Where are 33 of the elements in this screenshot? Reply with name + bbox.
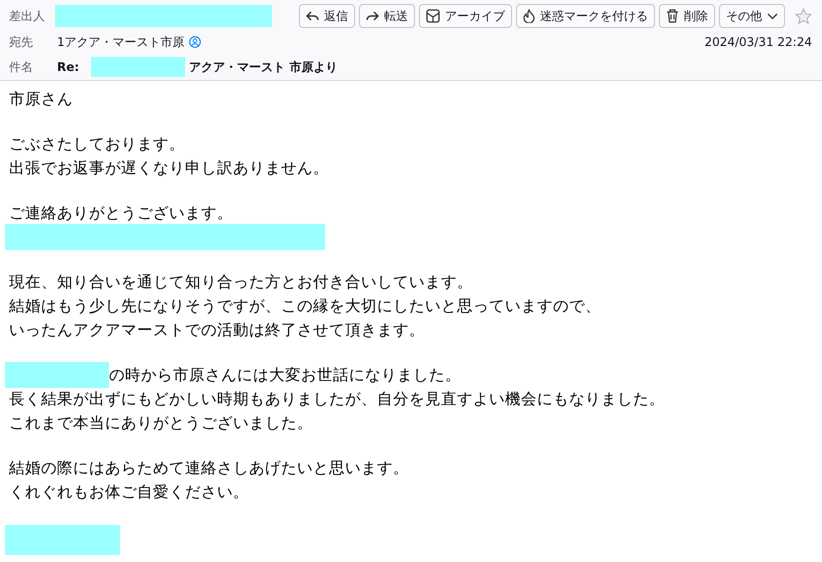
flame-icon [523,9,535,23]
star-icon[interactable] [795,8,812,24]
subject-label: 件名 [9,58,34,76]
contact-icon [188,36,201,48]
recipient-name[interactable]: 1アクア・マースト市原 [57,34,185,50]
from-label: 差出人 [9,8,46,24]
subject-text: アクア・マースト 市原より [189,58,338,76]
body-text: 出張でお返事が遅くなり申し訳ありません。 [9,158,329,178]
body-text: 現在、知り合いを通じて知り合った方とお付き合いしています。 [9,272,473,292]
reply-button[interactable]: 返信 [299,4,355,28]
subject-prefix: Re: [57,60,80,74]
archive-button[interactable]: アーカイブ [419,4,512,28]
body-text: ご連絡ありがとうございます。 [9,202,233,224]
body-text: 長く結果が出ずにもどかしい時期もありましたが、自分を見直すよい機会にもなりました。 [9,388,665,410]
to-label: 宛先 [9,34,34,50]
body-text: の時から市原さんには大変お世話になりました。 [109,364,461,386]
forward-button[interactable]: 転送 [359,4,415,28]
archive-box-icon [426,9,440,23]
body-text: くれぐれもお体ご自愛ください。 [9,482,249,502]
body-text: いったんアクアマーストでの活動は終了させて頂きます。 [9,320,425,340]
date-text: 2024/03/31 22:24 [704,35,812,49]
junk-button[interactable]: 迷惑マークを付ける [516,4,655,28]
trash-icon [666,9,679,23]
body-text: 結婚の際にはあらためて連絡さしあげたいと思います。 [9,458,409,478]
reply-icon [306,10,319,22]
body-text: ごぶさたしております。 [9,134,185,154]
delete-button[interactable]: 削除 [659,4,715,28]
body-text: これまで本当にありがとうございました。 [9,412,313,434]
chevron-down-icon [767,12,778,20]
body-text: 結婚はもう少し先になりそうですが、この縁を大切にしたいと思っていますので、 [9,296,601,316]
body-text: 市原さん [9,88,73,110]
more-button[interactable]: その他 [719,4,785,28]
forward-icon [366,10,379,22]
